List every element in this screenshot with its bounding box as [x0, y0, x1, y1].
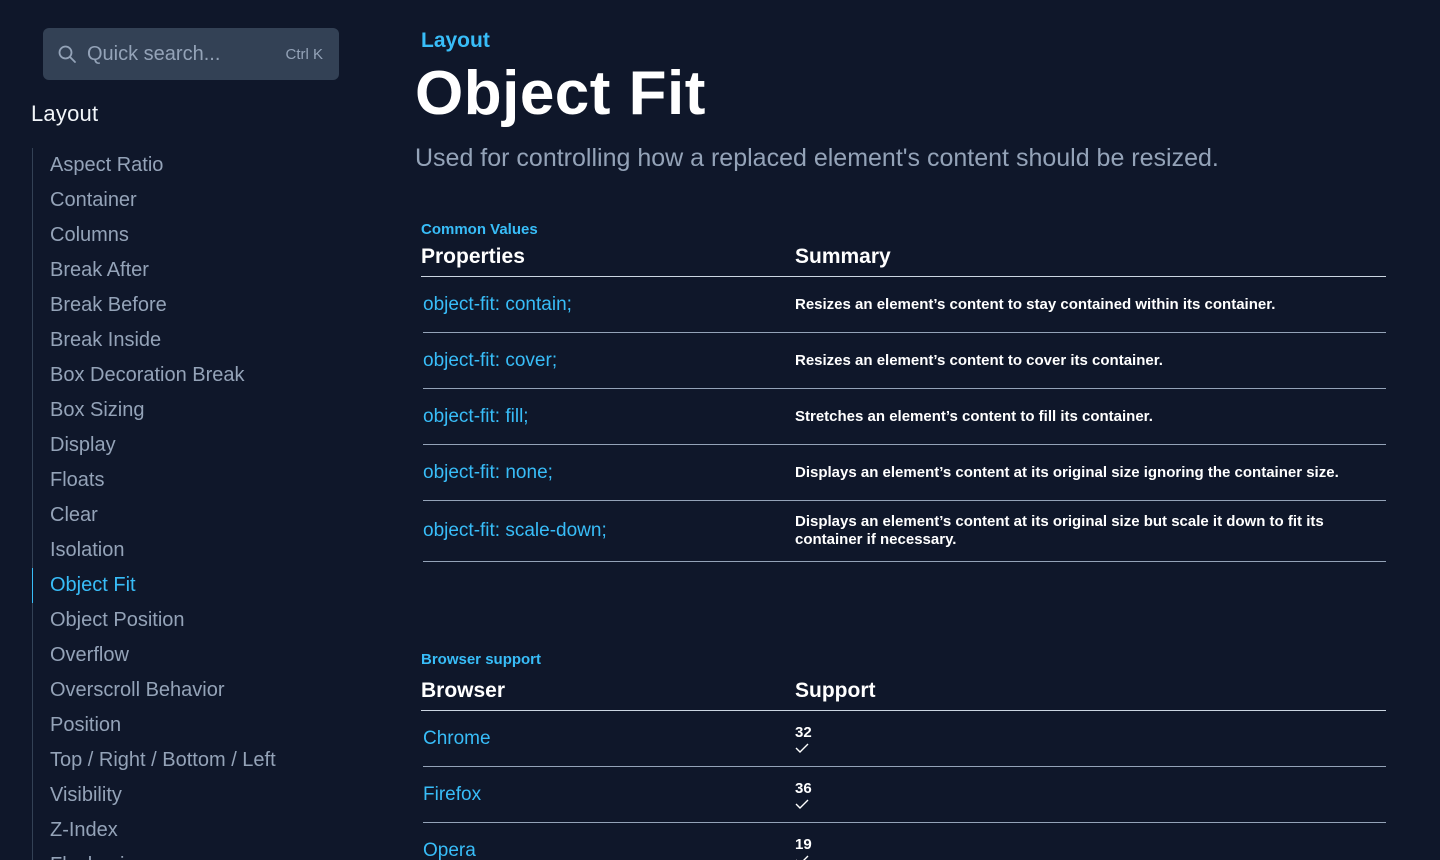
values-table: Properties Summary object-fit: contain; … — [421, 245, 1386, 562]
sidebar-item-overscroll-behavior[interactable]: Overscroll Behavior — [33, 673, 276, 708]
property-link[interactable]: object-fit: contain; — [423, 294, 795, 316]
support-cell: 36 — [795, 779, 1386, 809]
table-row: object-fit: scale-down; Displays an elem… — [423, 501, 1386, 562]
table-row: Firefox 36 — [423, 767, 1386, 823]
sidebar-item-object-position[interactable]: Object Position — [33, 603, 276, 638]
sidebar-item-break-inside[interactable]: Break Inside — [33, 323, 276, 358]
table-row: object-fit: contain; Resizes an element’… — [423, 277, 1386, 333]
support-cell: 32 — [795, 723, 1386, 753]
support-cell: 19 — [795, 835, 1386, 860]
search-icon — [57, 44, 77, 64]
sidebar-item-visibility[interactable]: Visibility — [33, 778, 276, 813]
sidebar-item-box-decoration-break[interactable]: Box Decoration Break — [33, 358, 276, 393]
property-summary: Resizes an element’s content to cover it… — [795, 351, 1163, 369]
table-row: object-fit: cover; Resizes an element’s … — [423, 333, 1386, 389]
browser-table-header: Browser Support — [421, 679, 1386, 711]
page-description: Used for controlling how a replaced elem… — [415, 144, 1219, 172]
sidebar-item-isolation[interactable]: Isolation — [33, 533, 276, 568]
sidebar-item-display[interactable]: Display — [33, 428, 276, 463]
property-link[interactable]: object-fit: fill; — [423, 406, 795, 428]
sidebar-item-z-index[interactable]: Z-Index — [33, 813, 276, 848]
sidebar-item-overflow[interactable]: Overflow — [33, 638, 276, 673]
header-properties: Properties — [421, 245, 525, 268]
nav-list: Aspect Ratio Container Columns Break Aft… — [32, 148, 276, 860]
sidebar-item-flexbasis[interactable]: Flexbasis — [33, 848, 276, 860]
sidebar: Quick search... Ctrl K Layout Aspect Rat… — [0, 0, 380, 860]
support-version: 32 — [795, 723, 812, 741]
search-shortcut: Ctrl K — [285, 45, 324, 63]
support-version: 36 — [795, 779, 812, 797]
sidebar-item-break-after[interactable]: Break After — [33, 253, 276, 288]
browser-link-chrome[interactable]: Chrome — [423, 728, 795, 750]
table-row: object-fit: fill; Stretches an element’s… — [423, 389, 1386, 445]
main-content: Layout Object Fit Used for controlling h… — [380, 0, 1440, 860]
browser-link-opera[interactable]: Opera — [423, 840, 795, 860]
page-category: Layout — [421, 29, 490, 52]
header-browser: Browser — [421, 679, 506, 702]
table-row: Chrome 32 — [423, 711, 1386, 767]
values-section-label: Common Values — [421, 221, 538, 238]
sidebar-item-position[interactable]: Position — [33, 708, 276, 743]
property-link[interactable]: object-fit: cover; — [423, 350, 795, 372]
sidebar-item-aspect-ratio[interactable]: Aspect Ratio — [33, 148, 276, 183]
browser-link-firefox[interactable]: Firefox — [423, 784, 795, 806]
sidebar-item-container[interactable]: Container — [33, 183, 276, 218]
nav-section-heading: Layout — [31, 101, 99, 126]
table-row: object-fit: none; Displays an element’s … — [423, 445, 1386, 501]
property-summary: Resizes an element’s content to stay con… — [795, 295, 1276, 313]
sidebar-item-break-before[interactable]: Break Before — [33, 288, 276, 323]
sidebar-item-object-fit[interactable]: Object Fit — [32, 568, 276, 603]
sidebar-item-top-right-bottom-left[interactable]: Top / Right / Bottom / Left — [33, 743, 276, 778]
values-table-header: Properties Summary — [421, 245, 1386, 277]
page-title: Object Fit — [415, 59, 706, 128]
sidebar-item-box-sizing[interactable]: Box Sizing — [33, 393, 276, 428]
property-summary: Stretches an element’s content to fill i… — [795, 407, 1153, 425]
header-support: Support — [795, 679, 876, 702]
search-placeholder: Quick search... — [87, 42, 221, 65]
property-link[interactable]: object-fit: none; — [423, 462, 795, 484]
property-summary: Displays an element’s content at its ori… — [795, 463, 1339, 481]
property-link[interactable]: object-fit: scale-down; — [423, 520, 795, 542]
header-summary: Summary — [795, 245, 891, 268]
check-icon — [795, 743, 809, 753]
support-version: 19 — [795, 835, 812, 853]
property-summary: Displays an element’s content at its ori… — [795, 513, 1324, 548]
table-row: Opera 19 — [423, 823, 1386, 860]
sidebar-item-columns[interactable]: Columns — [33, 218, 276, 253]
sidebar-item-clear[interactable]: Clear — [33, 498, 276, 533]
sidebar-item-floats[interactable]: Floats — [33, 463, 276, 498]
browser-support-table: Browser Support Chrome 32 Firefox 36 Ope… — [421, 679, 1386, 860]
check-icon — [795, 855, 809, 860]
quick-search-button[interactable]: Quick search... Ctrl K — [43, 28, 339, 80]
check-icon — [795, 799, 809, 809]
browser-section-label: Browser support — [421, 651, 542, 668]
